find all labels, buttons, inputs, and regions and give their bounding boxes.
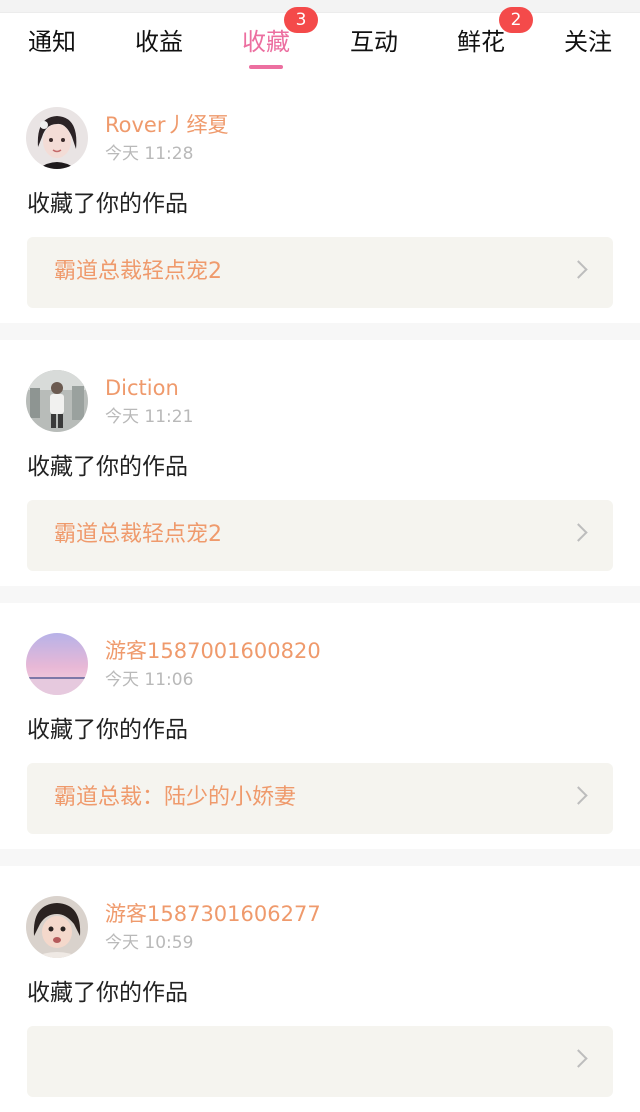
list-item: 游客1587001600820 今天 11:06 收藏了你的作品 霸道总裁：陆少… <box>0 603 640 849</box>
action-text: 收藏了你的作品 <box>27 717 188 743</box>
user-name[interactable]: Rover丿绎夏 <box>105 111 228 139</box>
favorites-badge: 3 <box>284 7 318 33</box>
active-tab-indicator <box>249 65 283 69</box>
avatar-girl-icon[interactable] <box>26 107 88 169</box>
work-title: 霸道总裁轻点宠2 <box>54 522 222 547</box>
work-link[interactable]: 霸道总裁轻点宠2 <box>27 237 613 308</box>
action-text: 收藏了你的作品 <box>27 980 188 1006</box>
timestamp: 今天 11:06 <box>105 670 194 690</box>
tab-earnings[interactable]: 收益 <box>119 13 199 77</box>
chevron-right-icon <box>569 523 588 542</box>
timestamp: 今天 10:59 <box>105 933 194 953</box>
user-name[interactable]: 游客1587301606277 <box>105 900 321 928</box>
avatar-sunset-icon[interactable] <box>26 633 88 695</box>
list-item: Diction 今天 11:21 收藏了你的作品 霸道总裁轻点宠2 <box>0 340 640 586</box>
work-link[interactable] <box>27 1026 613 1097</box>
tab-bar: 通知 收益 收藏 3 互动 鲜花 2 关注 <box>0 7 640 78</box>
avatar-person-icon[interactable] <box>26 370 88 432</box>
status-bar-edge <box>0 0 640 13</box>
timestamp: 今天 11:28 <box>105 144 194 164</box>
chevron-right-icon <box>569 1049 588 1068</box>
work-title: 霸道总裁：陆少的小娇妻 <box>54 785 297 810</box>
tab-notifications[interactable]: 通知 <box>12 13 92 77</box>
tab-favorites[interactable]: 收藏 3 <box>226 7 318 77</box>
timestamp: 今天 11:21 <box>105 407 194 427</box>
favorites-list: Rover丿绎夏 今天 11:28 收藏了你的作品 霸道总裁轻点宠2 Dicti… <box>0 77 640 1112</box>
tab-label: 收益 <box>135 28 183 56</box>
action-text: 收藏了你的作品 <box>27 191 188 217</box>
action-text: 收藏了你的作品 <box>27 454 188 480</box>
user-name[interactable]: 游客1587001600820 <box>105 637 321 665</box>
list-item: 游客1587301606277 今天 10:59 收藏了你的作品 <box>0 866 640 1112</box>
tab-label: 收藏 <box>242 28 290 56</box>
chevron-right-icon <box>569 786 588 805</box>
work-link[interactable]: 霸道总裁轻点宠2 <box>27 500 613 571</box>
work-title: 霸道总裁轻点宠2 <box>54 259 222 284</box>
avatar-child-icon[interactable] <box>26 896 88 958</box>
tab-label: 通知 <box>28 28 76 56</box>
tab-label: 关注 <box>564 28 612 56</box>
flowers-badge: 2 <box>499 7 533 33</box>
tab-interactions[interactable]: 互动 <box>334 13 414 77</box>
tab-label: 鲜花 <box>457 28 505 56</box>
tab-flowers[interactable]: 鲜花 2 <box>441 7 533 77</box>
user-name[interactable]: Diction <box>105 374 179 402</box>
list-item: Rover丿绎夏 今天 11:28 收藏了你的作品 霸道总裁轻点宠2 <box>0 77 640 323</box>
tab-label: 互动 <box>350 28 398 56</box>
work-link[interactable]: 霸道总裁：陆少的小娇妻 <box>27 763 613 834</box>
chevron-right-icon <box>569 260 588 279</box>
tab-follow[interactable]: 关注 <box>548 13 628 77</box>
